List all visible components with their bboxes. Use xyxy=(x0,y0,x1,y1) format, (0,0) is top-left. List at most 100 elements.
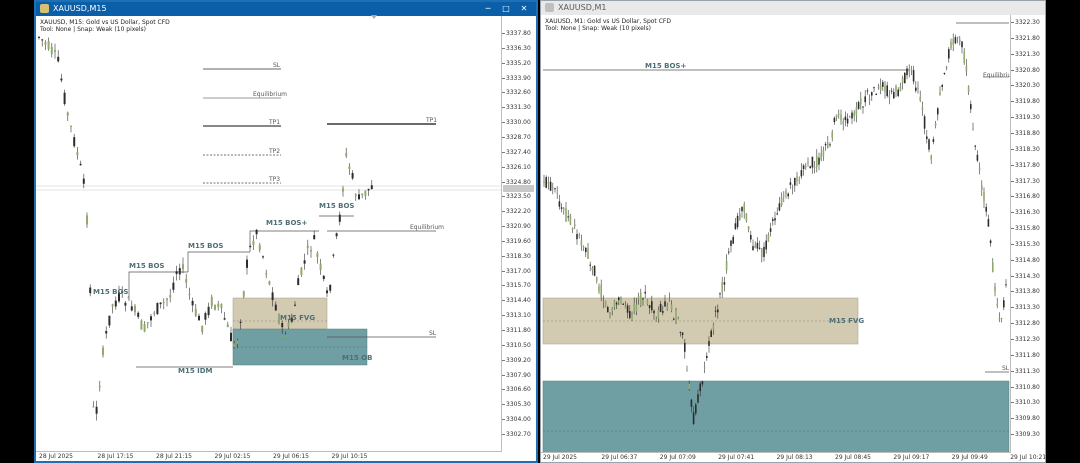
candle-body xyxy=(719,293,721,295)
candle-body xyxy=(236,340,239,344)
candle-body xyxy=(565,208,567,222)
candle-body xyxy=(1000,317,1003,319)
candle-body xyxy=(706,355,708,359)
candle-body xyxy=(846,118,849,124)
candle-body xyxy=(556,192,558,194)
candle-body xyxy=(662,311,664,313)
candle-body xyxy=(743,204,745,212)
candle-body xyxy=(741,206,743,212)
candle-body xyxy=(108,315,111,326)
chart-shift-marker[interactable] xyxy=(371,15,377,19)
time-axis[interactable]: 28 Jul 2025 28 Jul 17:15 28 Jul 21:15 29 Ju… xyxy=(36,451,502,461)
price-tick-label: 3318.30 xyxy=(1011,145,1040,153)
candle-body xyxy=(756,242,759,249)
candle-body xyxy=(86,215,88,225)
candle-body xyxy=(886,85,888,97)
candle-body xyxy=(655,319,657,321)
price-axis[interactable]: 3322.30 3321.80 3321.30 3320.80 3320.30 3319.… xyxy=(1010,15,1045,453)
minimize-button[interactable]: ─ xyxy=(480,2,496,16)
candle-body xyxy=(102,347,104,356)
candle-body xyxy=(370,185,373,190)
candle-body xyxy=(791,186,794,188)
candle-body xyxy=(871,92,873,96)
candle-body xyxy=(965,65,968,72)
price-tick-label: 3313.10 xyxy=(502,312,531,320)
ob-label: M15 OB xyxy=(342,354,373,362)
candle-body xyxy=(626,305,629,313)
price-chart[interactable]: XAUUSD, M1: Gold vs US Dollar, Spot CFD … xyxy=(541,15,1045,462)
price-tick-label: 3314.40 xyxy=(502,297,531,305)
price-tick-label: 3337.80 xyxy=(502,30,531,37)
candle-body xyxy=(549,181,552,191)
title-bar[interactable]: XAUUSD,M15 ─ □ ✕ xyxy=(36,2,536,16)
candle-body xyxy=(787,193,789,197)
price-tick-label: 3318.30 xyxy=(502,252,531,260)
chart-window-m15[interactable]: XAUUSD,M15 ─ □ ✕ XAUUSD, M15: Gold vs US… xyxy=(34,0,538,463)
candle-body xyxy=(265,273,268,275)
price-tick-label: 3309.20 xyxy=(502,356,531,364)
price-tick-label: 3302.70 xyxy=(502,430,531,438)
symbol-description: XAUUSD, M15: Gold vs US Dollar, Spot CFD xyxy=(40,19,170,26)
candle-body xyxy=(567,216,569,218)
candle-body xyxy=(890,90,893,92)
candle-body xyxy=(681,332,684,336)
price-tick-label: 3311.80 xyxy=(1011,351,1040,359)
time-tick-label: 29 Jul 08:13 xyxy=(776,454,813,461)
candle-body xyxy=(274,304,277,311)
candlestick-plot[interactable] xyxy=(541,15,1011,453)
candle-body xyxy=(644,291,646,294)
candle-body xyxy=(620,298,622,305)
price-tick-label: 3319.30 xyxy=(1011,114,1040,122)
candle-body xyxy=(150,316,152,321)
candle-body xyxy=(765,240,767,250)
candle-body xyxy=(214,304,216,310)
candle-body xyxy=(76,152,79,156)
candle-body xyxy=(348,166,351,169)
candle-body xyxy=(710,330,712,337)
price-tick-label: 3321.30 xyxy=(1011,50,1040,58)
candle-body xyxy=(904,72,906,84)
candle-body xyxy=(239,321,242,323)
candle-body xyxy=(888,95,891,98)
candle-body xyxy=(545,177,547,188)
candle-body xyxy=(622,303,624,305)
candle-body xyxy=(287,322,290,327)
candle-body xyxy=(950,41,952,49)
candle-body xyxy=(79,163,82,166)
symbol-description: XAUUSD, M1: Gold vs US Dollar, Spot CFD xyxy=(545,18,671,25)
candle-body xyxy=(140,320,143,330)
candle-body xyxy=(734,223,737,229)
fvg-label: M15 FVG xyxy=(829,317,865,325)
price-tick-label: 3319.60 xyxy=(502,237,531,245)
price-tick-label: 3326.10 xyxy=(502,163,531,171)
time-axis[interactable]: 29 Jul 2025 29 Jul 06:37 29 Jul 07:09 29 Ju… xyxy=(541,452,1045,462)
candle-body xyxy=(666,306,668,309)
candle-body xyxy=(50,46,53,55)
candle-body xyxy=(554,188,556,190)
candle-body xyxy=(780,197,783,206)
candle-body xyxy=(611,307,613,311)
candle-body xyxy=(712,324,715,330)
candle-body xyxy=(761,248,763,258)
title-bar[interactable]: XAUUSD,M1 xyxy=(541,1,1045,15)
price-tick-label: 3319.80 xyxy=(1011,98,1040,106)
chart-window-m1[interactable]: XAUUSD,M1 XAUUSD, M1: Gold vs US Dollar,… xyxy=(540,0,1046,463)
equilibrium-right-label: Equilibrium xyxy=(410,224,444,231)
candle-body xyxy=(688,383,690,389)
candle-body xyxy=(998,317,1001,320)
price-tick-label: 3307.90 xyxy=(502,371,531,379)
candle-body xyxy=(201,325,204,332)
candlestick-plot[interactable] xyxy=(36,16,502,454)
candle-body xyxy=(855,107,858,116)
close-button[interactable]: ✕ xyxy=(516,2,532,16)
candle-body xyxy=(1005,284,1007,286)
price-tick-label: 3318.80 xyxy=(1011,129,1040,137)
price-chart[interactable]: XAUUSD, M15: Gold vs US Dollar, Spot CFD… xyxy=(36,15,536,461)
price-axis[interactable]: 3337.80 3336.30 3335.20 3333.90 3332.60 3331.… xyxy=(501,16,536,452)
candle-body xyxy=(829,144,831,146)
maximize-button[interactable]: □ xyxy=(498,2,514,16)
candle-body xyxy=(578,234,580,236)
candle-body xyxy=(941,85,943,87)
candle-body xyxy=(607,307,609,313)
price-tick-label: 3320.90 xyxy=(502,223,531,231)
